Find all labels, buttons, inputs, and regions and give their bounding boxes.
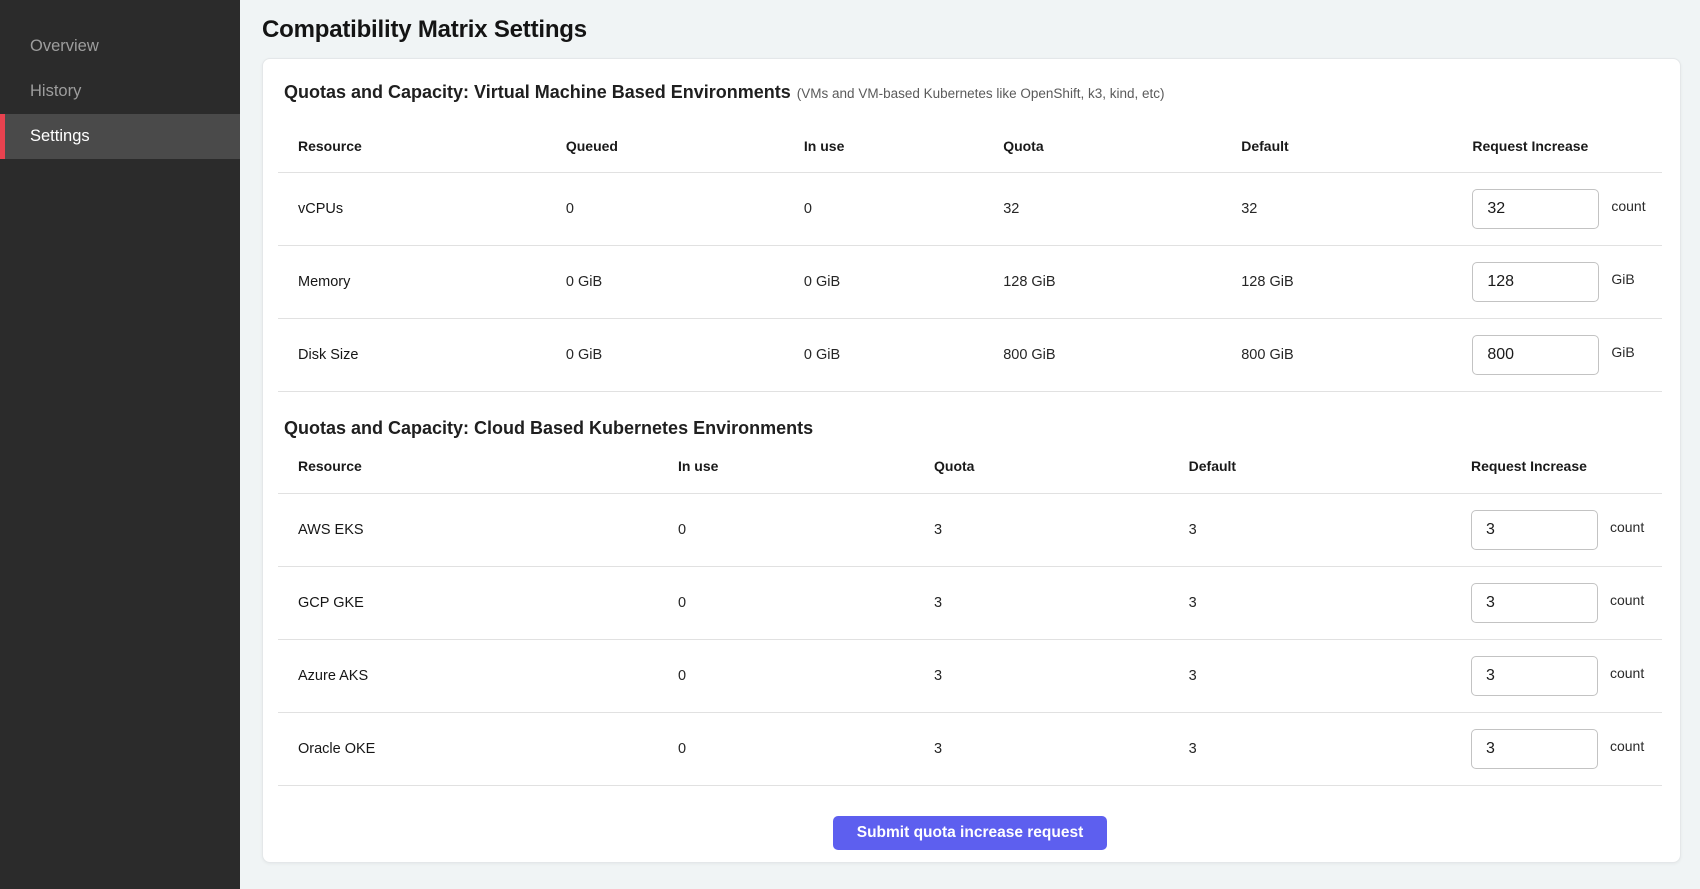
vm-quota-table: Resource Queued In use Quota Default Req… <box>278 105 1662 392</box>
table-row-oracle-oke: Oracle OKE 0 3 3 count <box>278 713 1662 786</box>
in-use-value: 0 <box>678 522 934 538</box>
resource-name: Oracle OKE <box>278 741 678 757</box>
quota-value: 128 GiB <box>1003 274 1241 290</box>
cloud-quota-table: Resource In use Quota Default Request In… <box>278 438 1662 786</box>
quota-value: 3 <box>934 595 1189 611</box>
unit-label: count <box>1611 198 1645 214</box>
resource-name: vCPUs <box>278 201 566 217</box>
vm-section-note: (VMs and VM-based Kubernetes like OpenSh… <box>797 86 1165 101</box>
sidebar: Overview History Settings <box>0 0 240 889</box>
quota-value: 32 <box>1003 201 1241 217</box>
request-increase-cell: count <box>1471 729 1662 769</box>
default-value: 3 <box>1189 522 1471 538</box>
cloud-section-heading: Quotas and Capacity: Cloud Based Kuberne… <box>284 418 1662 438</box>
default-value: 3 <box>1189 741 1471 757</box>
submit-quota-increase-button[interactable]: Submit quota increase request <box>833 816 1108 850</box>
page-title: Compatibility Matrix Settings <box>262 16 1681 44</box>
quota-value: 3 <box>934 522 1189 538</box>
quota-value: 3 <box>934 741 1189 757</box>
unit-label: GiB <box>1611 271 1634 287</box>
default-value: 800 GiB <box>1241 347 1472 363</box>
quota-value: 3 <box>934 668 1189 684</box>
sidebar-item-overview[interactable]: Overview <box>0 24 240 69</box>
column-header-request-increase: Request Increase <box>1472 138 1662 172</box>
column-header-default: Default <box>1241 138 1472 172</box>
request-increase-cell: count <box>1472 189 1662 229</box>
sidebar-item-label: History <box>30 82 81 101</box>
column-header-request-increase: Request Increase <box>1471 458 1662 474</box>
resource-name: Disk Size <box>278 347 566 363</box>
table-row-aws-eks: AWS EKS 0 3 3 count <box>278 494 1662 567</box>
vcpus-request-input[interactable] <box>1472 189 1599 229</box>
sidebar-item-settings[interactable]: Settings <box>0 114 240 159</box>
column-header-default: Default <box>1189 458 1471 474</box>
column-header-resource: Resource <box>278 458 678 474</box>
column-header-quota: Quota <box>1003 138 1241 172</box>
sidebar-item-history[interactable]: History <box>0 69 240 114</box>
azure-aks-request-input[interactable] <box>1471 656 1598 696</box>
queued-value: 0 <box>566 201 804 217</box>
column-header-queued: Queued <box>566 138 804 172</box>
vm-table-header-row: Resource Queued In use Quota Default Req… <box>278 105 1662 173</box>
table-row-memory: Memory 0 GiB 0 GiB 128 GiB 128 GiB GiB <box>278 246 1662 319</box>
request-increase-cell: count <box>1471 583 1662 623</box>
table-row-gcp-gke: GCP GKE 0 3 3 count <box>278 567 1662 640</box>
column-header-in-use: In use <box>804 138 1003 172</box>
resource-name: Azure AKS <box>278 668 678 684</box>
aws-eks-request-input[interactable] <box>1471 510 1598 550</box>
cloud-section-title: Quotas and Capacity: Cloud Based Kuberne… <box>284 418 813 438</box>
unit-label: count <box>1610 665 1644 681</box>
default-value: 32 <box>1241 201 1472 217</box>
in-use-value: 0 <box>678 741 934 757</box>
table-row-vcpus: vCPUs 0 0 32 32 count <box>278 173 1662 246</box>
vm-section-title: Quotas and Capacity: Virtual Machine Bas… <box>284 82 791 102</box>
resource-name: AWS EKS <box>278 522 678 538</box>
memory-request-input[interactable] <box>1472 262 1599 302</box>
default-value: 128 GiB <box>1241 274 1472 290</box>
oracle-oke-request-input[interactable] <box>1471 729 1598 769</box>
unit-label: count <box>1610 738 1644 754</box>
unit-label: count <box>1610 592 1644 608</box>
cloud-table-header-row: Resource In use Quota Default Request In… <box>278 438 1662 494</box>
table-row-azure-aks: Azure AKS 0 3 3 count <box>278 640 1662 713</box>
main-content: Compatibility Matrix Settings Quotas and… <box>240 0 1700 889</box>
unit-label: count <box>1610 519 1644 535</box>
column-header-quota: Quota <box>934 458 1189 474</box>
queued-value: 0 GiB <box>566 347 804 363</box>
request-increase-cell: GiB <box>1472 262 1662 302</box>
unit-label: GiB <box>1611 344 1634 360</box>
in-use-value: 0 <box>678 595 934 611</box>
in-use-value: 0 GiB <box>804 274 1003 290</box>
request-increase-cell: count <box>1471 656 1662 696</box>
column-header-resource: Resource <box>278 138 566 172</box>
in-use-value: 0 <box>804 201 1003 217</box>
vm-section-heading: Quotas and Capacity: Virtual Machine Bas… <box>284 81 1662 105</box>
default-value: 3 <box>1189 595 1471 611</box>
disk-size-request-input[interactable] <box>1472 335 1599 375</box>
request-increase-cell: GiB <box>1472 335 1662 375</box>
settings-card: Quotas and Capacity: Virtual Machine Bas… <box>262 58 1681 863</box>
column-header-in-use: In use <box>678 458 934 474</box>
table-row-disk-size: Disk Size 0 GiB 0 GiB 800 GiB 800 GiB Gi… <box>278 319 1662 392</box>
default-value: 3 <box>1189 668 1471 684</box>
request-increase-cell: count <box>1471 510 1662 550</box>
sidebar-item-label: Overview <box>30 37 99 56</box>
in-use-value: 0 GiB <box>804 347 1003 363</box>
queued-value: 0 GiB <box>566 274 804 290</box>
gcp-gke-request-input[interactable] <box>1471 583 1598 623</box>
in-use-value: 0 <box>678 668 934 684</box>
resource-name: GCP GKE <box>278 595 678 611</box>
quota-value: 800 GiB <box>1003 347 1241 363</box>
sidebar-item-label: Settings <box>30 127 90 146</box>
resource-name: Memory <box>278 274 566 290</box>
card-footer: Submit quota increase request <box>278 786 1662 850</box>
